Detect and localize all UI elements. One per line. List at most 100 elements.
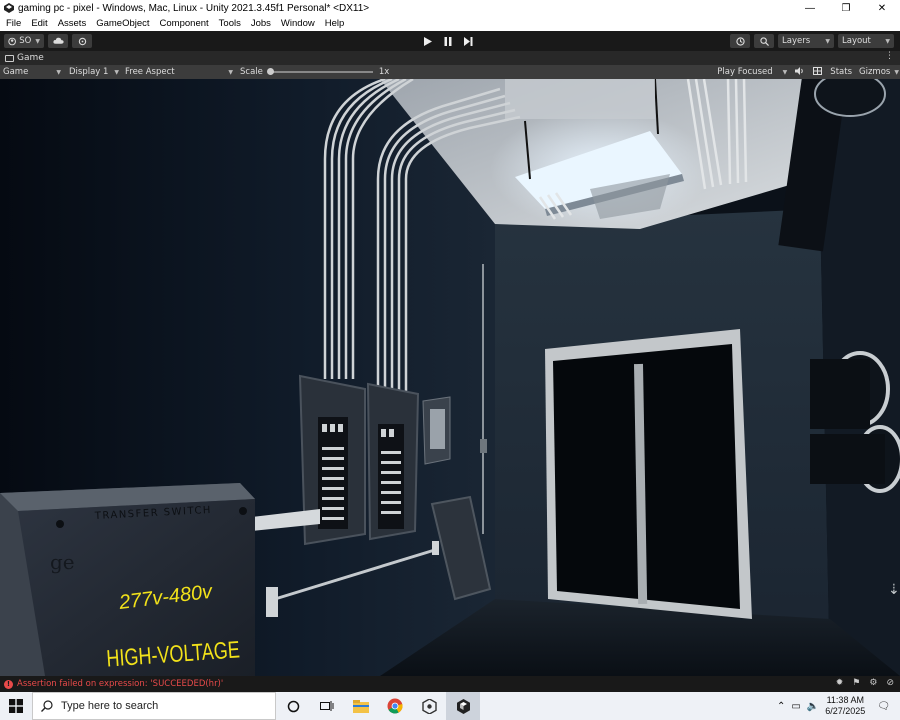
aspect-dropdown[interactable]: Free Aspect ▼ <box>122 67 236 77</box>
taskbar-search-box[interactable]: Type here to search <box>32 692 276 720</box>
menu-gameobject[interactable]: GameObject <box>92 18 153 29</box>
restore-button[interactable]: ❐ <box>828 0 864 16</box>
chevron-down-icon: ▼ <box>56 68 61 76</box>
play-focused-dropdown[interactable]: Play Focused ▼ <box>714 67 790 77</box>
game-view-controls: Game ▼ Display 1 ▼ Free Aspect ▼ Scale 1… <box>0 65 900 79</box>
chevron-down-icon: ▼ <box>782 68 788 76</box>
display-dropdown[interactable]: Display 1 ▼ <box>66 67 122 77</box>
menu-edit[interactable]: Edit <box>27 18 51 29</box>
task-view-icon <box>320 701 334 711</box>
panel-logo-text: ge <box>50 550 75 574</box>
grid-icon <box>813 66 823 75</box>
file-explorer-button[interactable] <box>344 692 378 720</box>
playmode-controls <box>418 34 478 48</box>
network-icon[interactable]: ▭ <box>791 701 800 712</box>
search-button[interactable] <box>754 34 774 48</box>
cortana-icon <box>287 700 299 712</box>
status-icons: ✹ ⚑ ⚙ ⊘ <box>827 678 894 688</box>
play-button[interactable] <box>418 34 438 48</box>
tab-game[interactable]: Game <box>0 53 49 63</box>
taskbar-clock[interactable]: 11:38 AM 6/27/2025 <box>825 695 865 717</box>
layout-dropdown[interactable]: Layout ▼ <box>838 34 894 48</box>
menu-tools[interactable]: Tools <box>215 18 245 29</box>
cortana-button[interactable] <box>276 692 310 720</box>
grid-toggle-button[interactable] <box>813 66 823 78</box>
step-button[interactable] <box>458 34 478 48</box>
menu-help[interactable]: Help <box>321 18 349 29</box>
chrome-button[interactable] <box>378 692 412 720</box>
search-placeholder: Type here to search <box>61 700 159 712</box>
view-mode-label: Game <box>3 67 29 77</box>
scale-slider-handle[interactable] <box>266 68 274 75</box>
unity-icon <box>456 698 470 714</box>
toolbar-right: Layers ▼ Layout ▼ <box>726 34 894 48</box>
game-controller-icon <box>5 54 14 62</box>
tab-game-label: Game <box>17 53 44 63</box>
check-icon[interactable]: ⊘ <box>886 678 894 688</box>
menu-component[interactable]: Component <box>156 18 213 29</box>
play-icon <box>424 36 432 46</box>
menu-jobs[interactable]: Jobs <box>247 18 275 29</box>
aspect-label: Free Aspect <box>125 67 175 77</box>
view-mode-dropdown[interactable]: Game ▼ <box>0 67 64 77</box>
step-icon <box>463 36 472 46</box>
account-label: SO <box>19 36 32 46</box>
account-icon <box>8 37 16 45</box>
account-dropdown[interactable]: SO ▼ <box>4 34 44 48</box>
game-render: TRANSFER SWITCH HIGH-VOLTAGE 277v-480v g… <box>0 79 900 676</box>
layers-dropdown[interactable]: Layers ▼ <box>778 34 834 48</box>
collab-icon <box>78 37 86 45</box>
search-icon <box>41 700 53 712</box>
chrome-icon <box>387 698 403 714</box>
transfer-switch-panel: TRANSFER SWITCH HIGH-VOLTAGE 277v-480v g… <box>0 483 255 676</box>
play-focused-label: Play Focused <box>717 67 773 77</box>
layers-label: Layers <box>782 36 811 46</box>
gizmos-dropdown[interactable]: Gizmos ▼ <box>856 67 900 77</box>
chevron-down-icon: ▼ <box>114 68 119 76</box>
history-button[interactable] <box>730 34 750 48</box>
pause-button[interactable] <box>438 34 458 48</box>
menu-window[interactable]: Window <box>277 18 319 29</box>
search-icon <box>759 36 769 46</box>
scale-slider[interactable] <box>266 68 373 75</box>
show-hidden-icons-icon[interactable]: ⌃ <box>777 701 785 712</box>
error-icon: ! <box>4 679 13 689</box>
audio-mute-button[interactable] <box>795 66 804 78</box>
auto-generate-lighting-icon[interactable]: ✹ <box>836 678 844 688</box>
unity-editor-button[interactable] <box>446 692 480 720</box>
unity-hub-icon <box>421 698 437 714</box>
debug-mode-icon[interactable]: ⚑ <box>852 678 860 688</box>
speaker-icon[interactable]: 🔈 <box>807 701 819 712</box>
clock-date: 6/27/2025 <box>825 706 866 716</box>
game-tab-header: Game ⋮ <box>0 51 900 65</box>
gizmos-label: Gizmos <box>859 67 891 77</box>
game-viewport[interactable]: TRANSFER SWITCH HIGH-VOLTAGE 277v-480v g… <box>0 79 900 676</box>
windows-taskbar: Type here to search ⌃ ▭ 🔈 11:38 AM 6/27/… <box>0 692 900 720</box>
system-tray: ⌃ ▭ 🔈 11:38 AM 6/27/2025 🗨 <box>771 692 900 720</box>
unity-hub-button[interactable] <box>412 692 446 720</box>
cloud-button[interactable] <box>48 34 68 48</box>
menu-file[interactable]: File <box>2 18 25 29</box>
stats-button[interactable]: Stats <box>830 67 852 77</box>
console-status-bar[interactable]: ! Assertion failed on expression: 'SUCCE… <box>0 676 900 692</box>
chevron-down-icon: ▼ <box>894 68 899 76</box>
minimize-button[interactable]: — <box>792 0 828 16</box>
chevron-down-icon: ▼ <box>228 68 233 76</box>
cloud-icon <box>52 37 64 44</box>
bug-icon[interactable]: ⚙ <box>869 678 877 688</box>
more-options-icon[interactable]: ⋮ <box>885 51 894 61</box>
chevron-down-icon: ▼ <box>35 37 40 45</box>
close-button[interactable]: ✕ <box>864 0 900 16</box>
layout-label: Layout <box>842 36 871 46</box>
start-button[interactable] <box>0 692 32 720</box>
status-message[interactable]: Assertion failed on expression: 'SUCCEED… <box>17 679 223 689</box>
collab-button[interactable] <box>72 34 92 48</box>
menu-bar: File Edit Assets GameObject Component To… <box>0 16 900 31</box>
speaker-icon <box>795 66 804 75</box>
notifications-icon[interactable]: 🗨 <box>877 701 890 712</box>
display-label: Display 1 <box>69 67 109 77</box>
menu-assets[interactable]: Assets <box>54 18 91 29</box>
task-view-button[interactable] <box>310 692 344 720</box>
file-explorer-icon <box>353 699 369 713</box>
clock-time: 11:38 AM <box>826 695 864 705</box>
